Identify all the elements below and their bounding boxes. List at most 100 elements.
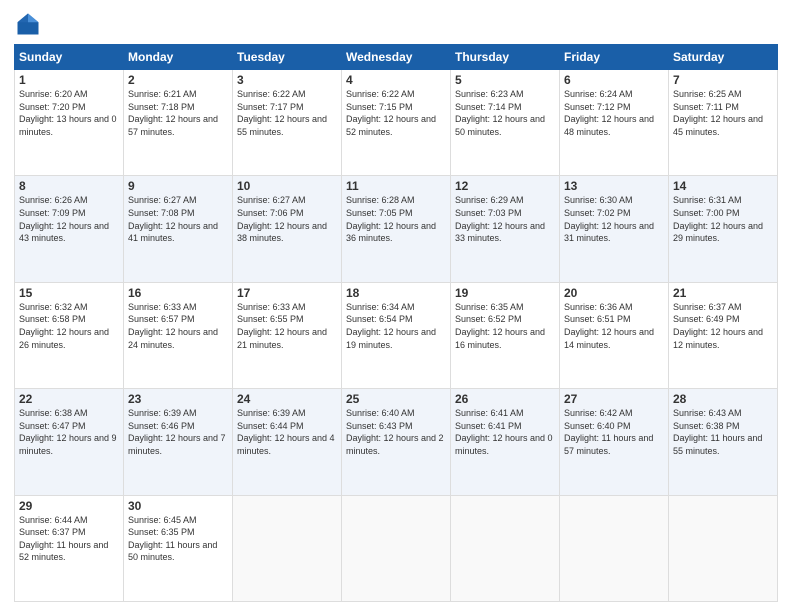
- calendar-day-cell: 30 Sunrise: 6:45 AMSunset: 6:35 PMDaylig…: [124, 495, 233, 601]
- cell-info: Sunrise: 6:42 AMSunset: 6:40 PMDaylight:…: [564, 408, 653, 456]
- calendar-day-cell: 23 Sunrise: 6:39 AMSunset: 6:46 PMDaylig…: [124, 389, 233, 495]
- calendar-day-cell: 5 Sunrise: 6:23 AMSunset: 7:14 PMDayligh…: [451, 70, 560, 176]
- calendar-day-cell: 10 Sunrise: 6:27 AMSunset: 7:06 PMDaylig…: [233, 176, 342, 282]
- calendar-day-cell: 29 Sunrise: 6:44 AMSunset: 6:37 PMDaylig…: [15, 495, 124, 601]
- cell-info: Sunrise: 6:26 AMSunset: 7:09 PMDaylight:…: [19, 195, 109, 243]
- logo-icon: [14, 10, 42, 38]
- day-of-week-header: Wednesday: [342, 45, 451, 70]
- calendar-day-cell: 9 Sunrise: 6:27 AMSunset: 7:08 PMDayligh…: [124, 176, 233, 282]
- cell-info: Sunrise: 6:45 AMSunset: 6:35 PMDaylight:…: [128, 515, 217, 563]
- cell-info: Sunrise: 6:25 AMSunset: 7:11 PMDaylight:…: [673, 89, 763, 137]
- day-number: 11: [346, 179, 446, 193]
- day-of-week-header: Sunday: [15, 45, 124, 70]
- day-number: 8: [19, 179, 119, 193]
- calendar-day-cell: 4 Sunrise: 6:22 AMSunset: 7:15 PMDayligh…: [342, 70, 451, 176]
- cell-info: Sunrise: 6:33 AMSunset: 6:55 PMDaylight:…: [237, 302, 327, 350]
- day-number: 2: [128, 73, 228, 87]
- cell-info: Sunrise: 6:41 AMSunset: 6:41 PMDaylight:…: [455, 408, 553, 456]
- cell-info: Sunrise: 6:39 AMSunset: 6:46 PMDaylight:…: [128, 408, 226, 456]
- cell-info: Sunrise: 6:22 AMSunset: 7:15 PMDaylight:…: [346, 89, 436, 137]
- calendar-week-row: 29 Sunrise: 6:44 AMSunset: 6:37 PMDaylig…: [15, 495, 778, 601]
- header: [14, 10, 778, 38]
- cell-info: Sunrise: 6:23 AMSunset: 7:14 PMDaylight:…: [455, 89, 545, 137]
- cell-info: Sunrise: 6:32 AMSunset: 6:58 PMDaylight:…: [19, 302, 109, 350]
- cell-info: Sunrise: 6:44 AMSunset: 6:37 PMDaylight:…: [19, 515, 108, 563]
- logo: [14, 10, 46, 38]
- day-number: 7: [673, 73, 773, 87]
- day-number: 28: [673, 392, 773, 406]
- day-of-week-header: Saturday: [669, 45, 778, 70]
- cell-info: Sunrise: 6:40 AMSunset: 6:43 PMDaylight:…: [346, 408, 444, 456]
- cell-info: Sunrise: 6:43 AMSunset: 6:38 PMDaylight:…: [673, 408, 762, 456]
- cell-info: Sunrise: 6:35 AMSunset: 6:52 PMDaylight:…: [455, 302, 545, 350]
- calendar-day-cell: [669, 495, 778, 601]
- calendar-day-cell: 7 Sunrise: 6:25 AMSunset: 7:11 PMDayligh…: [669, 70, 778, 176]
- calendar-day-cell: 14 Sunrise: 6:31 AMSunset: 7:00 PMDaylig…: [669, 176, 778, 282]
- day-number: 21: [673, 286, 773, 300]
- day-of-week-header: Friday: [560, 45, 669, 70]
- day-number: 27: [564, 392, 664, 406]
- calendar-day-cell: 19 Sunrise: 6:35 AMSunset: 6:52 PMDaylig…: [451, 282, 560, 388]
- day-number: 18: [346, 286, 446, 300]
- day-number: 17: [237, 286, 337, 300]
- day-number: 14: [673, 179, 773, 193]
- day-number: 4: [346, 73, 446, 87]
- cell-info: Sunrise: 6:27 AMSunset: 7:06 PMDaylight:…: [237, 195, 327, 243]
- cell-info: Sunrise: 6:29 AMSunset: 7:03 PMDaylight:…: [455, 195, 545, 243]
- cell-info: Sunrise: 6:33 AMSunset: 6:57 PMDaylight:…: [128, 302, 218, 350]
- cell-info: Sunrise: 6:34 AMSunset: 6:54 PMDaylight:…: [346, 302, 436, 350]
- cell-info: Sunrise: 6:38 AMSunset: 6:47 PMDaylight:…: [19, 408, 117, 456]
- calendar-day-cell: 24 Sunrise: 6:39 AMSunset: 6:44 PMDaylig…: [233, 389, 342, 495]
- calendar-day-cell: 16 Sunrise: 6:33 AMSunset: 6:57 PMDaylig…: [124, 282, 233, 388]
- calendar-week-row: 15 Sunrise: 6:32 AMSunset: 6:58 PMDaylig…: [15, 282, 778, 388]
- calendar-day-cell: 15 Sunrise: 6:32 AMSunset: 6:58 PMDaylig…: [15, 282, 124, 388]
- calendar-day-cell: 28 Sunrise: 6:43 AMSunset: 6:38 PMDaylig…: [669, 389, 778, 495]
- calendar-header-row: SundayMondayTuesdayWednesdayThursdayFrid…: [15, 45, 778, 70]
- calendar-week-row: 1 Sunrise: 6:20 AMSunset: 7:20 PMDayligh…: [15, 70, 778, 176]
- calendar-day-cell: 20 Sunrise: 6:36 AMSunset: 6:51 PMDaylig…: [560, 282, 669, 388]
- day-number: 12: [455, 179, 555, 193]
- day-number: 10: [237, 179, 337, 193]
- calendar-day-cell: 18 Sunrise: 6:34 AMSunset: 6:54 PMDaylig…: [342, 282, 451, 388]
- calendar-day-cell: 3 Sunrise: 6:22 AMSunset: 7:17 PMDayligh…: [233, 70, 342, 176]
- calendar-day-cell: 27 Sunrise: 6:42 AMSunset: 6:40 PMDaylig…: [560, 389, 669, 495]
- cell-info: Sunrise: 6:30 AMSunset: 7:02 PMDaylight:…: [564, 195, 654, 243]
- calendar-page: SundayMondayTuesdayWednesdayThursdayFrid…: [0, 0, 792, 612]
- cell-info: Sunrise: 6:27 AMSunset: 7:08 PMDaylight:…: [128, 195, 218, 243]
- day-number: 13: [564, 179, 664, 193]
- day-number: 29: [19, 499, 119, 513]
- calendar-day-cell: 26 Sunrise: 6:41 AMSunset: 6:41 PMDaylig…: [451, 389, 560, 495]
- calendar-day-cell: 8 Sunrise: 6:26 AMSunset: 7:09 PMDayligh…: [15, 176, 124, 282]
- calendar-day-cell: 21 Sunrise: 6:37 AMSunset: 6:49 PMDaylig…: [669, 282, 778, 388]
- cell-info: Sunrise: 6:22 AMSunset: 7:17 PMDaylight:…: [237, 89, 327, 137]
- day-number: 22: [19, 392, 119, 406]
- cell-info: Sunrise: 6:28 AMSunset: 7:05 PMDaylight:…: [346, 195, 436, 243]
- day-number: 19: [455, 286, 555, 300]
- calendar-day-cell: [451, 495, 560, 601]
- day-number: 9: [128, 179, 228, 193]
- day-number: 5: [455, 73, 555, 87]
- calendar-day-cell: [342, 495, 451, 601]
- cell-info: Sunrise: 6:36 AMSunset: 6:51 PMDaylight:…: [564, 302, 654, 350]
- calendar-day-cell: 17 Sunrise: 6:33 AMSunset: 6:55 PMDaylig…: [233, 282, 342, 388]
- calendar-day-cell: 6 Sunrise: 6:24 AMSunset: 7:12 PMDayligh…: [560, 70, 669, 176]
- day-number: 24: [237, 392, 337, 406]
- day-number: 26: [455, 392, 555, 406]
- calendar-day-cell: 13 Sunrise: 6:30 AMSunset: 7:02 PMDaylig…: [560, 176, 669, 282]
- calendar-day-cell: [560, 495, 669, 601]
- cell-info: Sunrise: 6:21 AMSunset: 7:18 PMDaylight:…: [128, 89, 218, 137]
- day-number: 15: [19, 286, 119, 300]
- calendar-day-cell: 11 Sunrise: 6:28 AMSunset: 7:05 PMDaylig…: [342, 176, 451, 282]
- calendar-day-cell: 22 Sunrise: 6:38 AMSunset: 6:47 PMDaylig…: [15, 389, 124, 495]
- calendar-day-cell: [233, 495, 342, 601]
- calendar-day-cell: 2 Sunrise: 6:21 AMSunset: 7:18 PMDayligh…: [124, 70, 233, 176]
- calendar-day-cell: 1 Sunrise: 6:20 AMSunset: 7:20 PMDayligh…: [15, 70, 124, 176]
- calendar-day-cell: 25 Sunrise: 6:40 AMSunset: 6:43 PMDaylig…: [342, 389, 451, 495]
- day-number: 1: [19, 73, 119, 87]
- day-number: 20: [564, 286, 664, 300]
- cell-info: Sunrise: 6:37 AMSunset: 6:49 PMDaylight:…: [673, 302, 763, 350]
- day-of-week-header: Tuesday: [233, 45, 342, 70]
- calendar-day-cell: 12 Sunrise: 6:29 AMSunset: 7:03 PMDaylig…: [451, 176, 560, 282]
- day-of-week-header: Monday: [124, 45, 233, 70]
- cell-info: Sunrise: 6:20 AMSunset: 7:20 PMDaylight:…: [19, 89, 117, 137]
